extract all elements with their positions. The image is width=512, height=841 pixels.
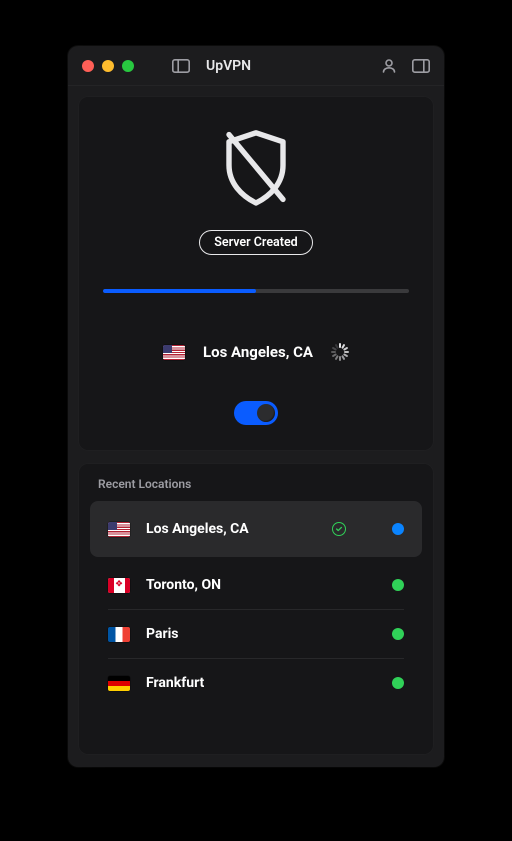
fullscreen-icon[interactable] bbox=[122, 60, 134, 72]
location-item-label: Frankfurt bbox=[146, 675, 376, 691]
flag-icon-us bbox=[163, 345, 185, 360]
titlebar: UpVPN bbox=[68, 46, 444, 86]
status-badge: Server Created bbox=[199, 230, 312, 255]
flag-icon-de bbox=[108, 676, 130, 691]
status-dot-icon bbox=[392, 579, 404, 591]
content: Server Created Los Angeles, CA Recent Lo… bbox=[68, 86, 444, 767]
status-dot-icon bbox=[392, 523, 404, 535]
location-item[interactable]: Frankfurt bbox=[90, 659, 422, 707]
location-item[interactable]: ❖ Toronto, ON bbox=[90, 561, 422, 609]
current-location-row: Los Angeles, CA bbox=[163, 343, 349, 361]
toggle-knob bbox=[257, 404, 275, 422]
location-item-label: Toronto, ON bbox=[146, 577, 376, 593]
flag-icon-us bbox=[108, 522, 130, 537]
status-card: Server Created Los Angeles, CA bbox=[78, 96, 434, 451]
verified-check-icon bbox=[332, 522, 346, 536]
recent-locations-title: Recent Locations bbox=[90, 475, 422, 501]
recent-locations-list: Los Angeles, CA ❖ Toronto, ON Paris Frankfur… bbox=[90, 501, 422, 707]
status-dot-icon bbox=[392, 628, 404, 640]
location-item-label: Los Angeles, CA bbox=[146, 521, 316, 537]
flag-icon-fr bbox=[108, 627, 130, 642]
progress-bar bbox=[103, 289, 409, 293]
location-item[interactable]: Paris bbox=[90, 610, 422, 658]
recent-locations-card: Recent Locations Los Angeles, CA ❖ Toronto… bbox=[78, 463, 434, 755]
app-window: UpVPN bbox=[68, 46, 444, 767]
account-icon[interactable] bbox=[380, 57, 398, 75]
loading-spinner-icon bbox=[331, 343, 349, 361]
sidebar-toggle-icon[interactable] bbox=[172, 57, 190, 75]
shield-slash-icon bbox=[211, 122, 301, 212]
progress-fill bbox=[103, 289, 256, 293]
current-location-label: Los Angeles, CA bbox=[203, 343, 313, 361]
app-title: UpVPN bbox=[206, 58, 251, 74]
close-icon[interactable] bbox=[82, 60, 94, 72]
flag-icon-ca: ❖ bbox=[108, 578, 130, 593]
location-item-label: Paris bbox=[146, 626, 376, 642]
status-dot-icon bbox=[392, 677, 404, 689]
traffic-lights bbox=[82, 60, 134, 72]
panel-toggle-icon[interactable] bbox=[412, 57, 430, 75]
minimize-icon[interactable] bbox=[102, 60, 114, 72]
location-item[interactable]: Los Angeles, CA bbox=[90, 501, 422, 557]
connection-toggle[interactable] bbox=[234, 401, 278, 425]
